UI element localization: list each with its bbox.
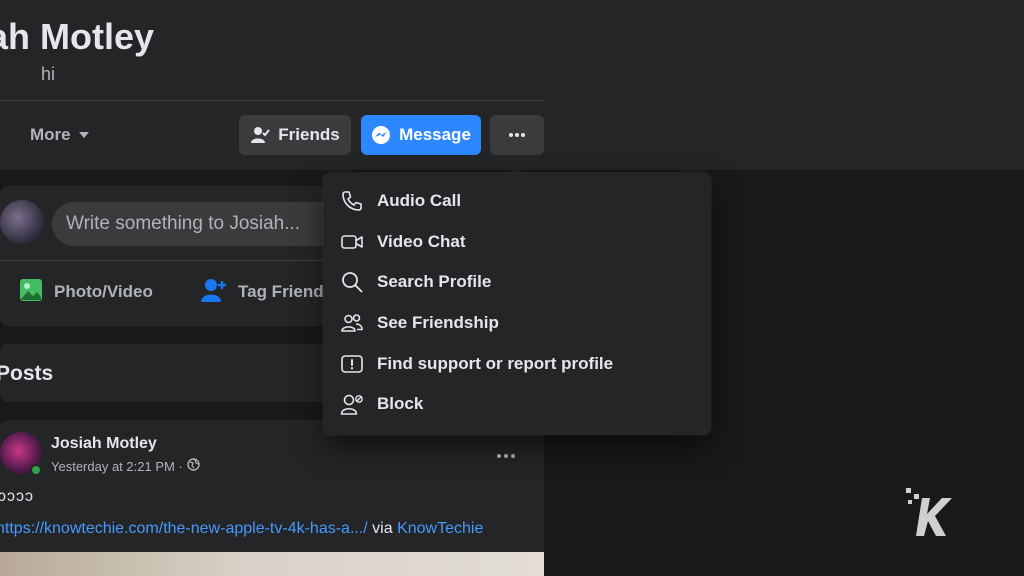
more-options-button[interactable]	[490, 115, 544, 155]
friends-button-label: Friends	[278, 125, 340, 144]
caret-down-icon	[78, 132, 89, 138]
block-user-icon	[339, 391, 365, 417]
search-icon	[339, 269, 365, 295]
tab-more-label: More	[30, 125, 71, 144]
posts-title: Posts	[0, 362, 54, 385]
menu-item-block[interactable]: Block	[331, 384, 703, 425]
video-icon	[339, 229, 365, 255]
post-link-row: https://knowtechie.com/the-new-apple-tv-…	[0, 520, 483, 538]
menu-item-video-chat[interactable]: Video Chat	[331, 222, 703, 263]
composer-placeholder: Write something to Josiah...	[66, 213, 301, 234]
menu-item-audio-call[interactable]: Audio Call	[331, 181, 703, 222]
composer-input[interactable]: Write something to Josiah...	[52, 202, 352, 246]
post-timestamp[interactable]: Yesterday at 2:21 PM ·	[51, 459, 183, 474]
profile-divider	[0, 100, 544, 101]
tag-friends-button[interactable]: Tag Friends	[200, 276, 333, 308]
post-link[interactable]: https://knowtechie.com/the-new-apple-tv-…	[0, 520, 368, 537]
phone-icon	[339, 188, 365, 214]
more-options-menu: Audio Call Video Chat Search Profile See…	[323, 173, 711, 435]
post-link-preview-image[interactable]	[0, 552, 544, 576]
menu-item-label: Video Chat	[377, 231, 466, 251]
post-via-text: via	[372, 520, 393, 537]
menu-item-label: Audio Call	[377, 191, 462, 211]
profile-name: ah Motley	[0, 16, 155, 57]
menu-item-label: Find support or report profile	[377, 353, 614, 373]
menu-item-label: See Friendship	[377, 313, 499, 333]
post-via-link[interactable]: KnowTechie	[397, 520, 483, 537]
ellipsis-icon	[496, 446, 516, 463]
post-text: ↄↄↄↄ	[0, 488, 34, 505]
menu-item-label: Search Profile	[377, 272, 492, 292]
menu-item-search-profile[interactable]: Search Profile	[331, 262, 703, 303]
photo-video-label: Photo/Video	[54, 282, 153, 301]
post-meta: Yesterday at 2:21 PM ·	[51, 458, 200, 474]
friends-check-icon	[250, 126, 271, 144]
globe-icon	[187, 458, 200, 474]
menu-item-report-profile[interactable]: Find support or report profile	[331, 343, 703, 384]
online-status-dot	[30, 464, 42, 476]
tag-friends-icon	[200, 277, 228, 308]
friends-icon	[339, 310, 365, 336]
photo-video-button[interactable]: Photo/Video	[18, 276, 153, 308]
report-icon	[339, 351, 365, 377]
profile-bio: hi	[41, 64, 56, 84]
menu-item-label: Block	[377, 394, 424, 414]
post-options-button[interactable]	[496, 446, 516, 464]
friends-button[interactable]: Friends	[239, 115, 351, 155]
ellipsis-icon	[508, 132, 526, 138]
avatar[interactable]	[0, 200, 44, 244]
tag-friends-label: Tag Friends	[238, 282, 334, 301]
message-button-label: Message	[399, 125, 471, 144]
post-author[interactable]: Josiah Motley	[51, 435, 157, 453]
menu-item-see-friendship[interactable]: See Friendship	[331, 303, 703, 344]
messenger-icon	[371, 125, 391, 145]
photo-icon	[18, 277, 44, 308]
knowtechie-logo	[902, 484, 962, 545]
message-button[interactable]: Message	[361, 115, 481, 155]
tab-more[interactable]: More	[14, 117, 105, 153]
